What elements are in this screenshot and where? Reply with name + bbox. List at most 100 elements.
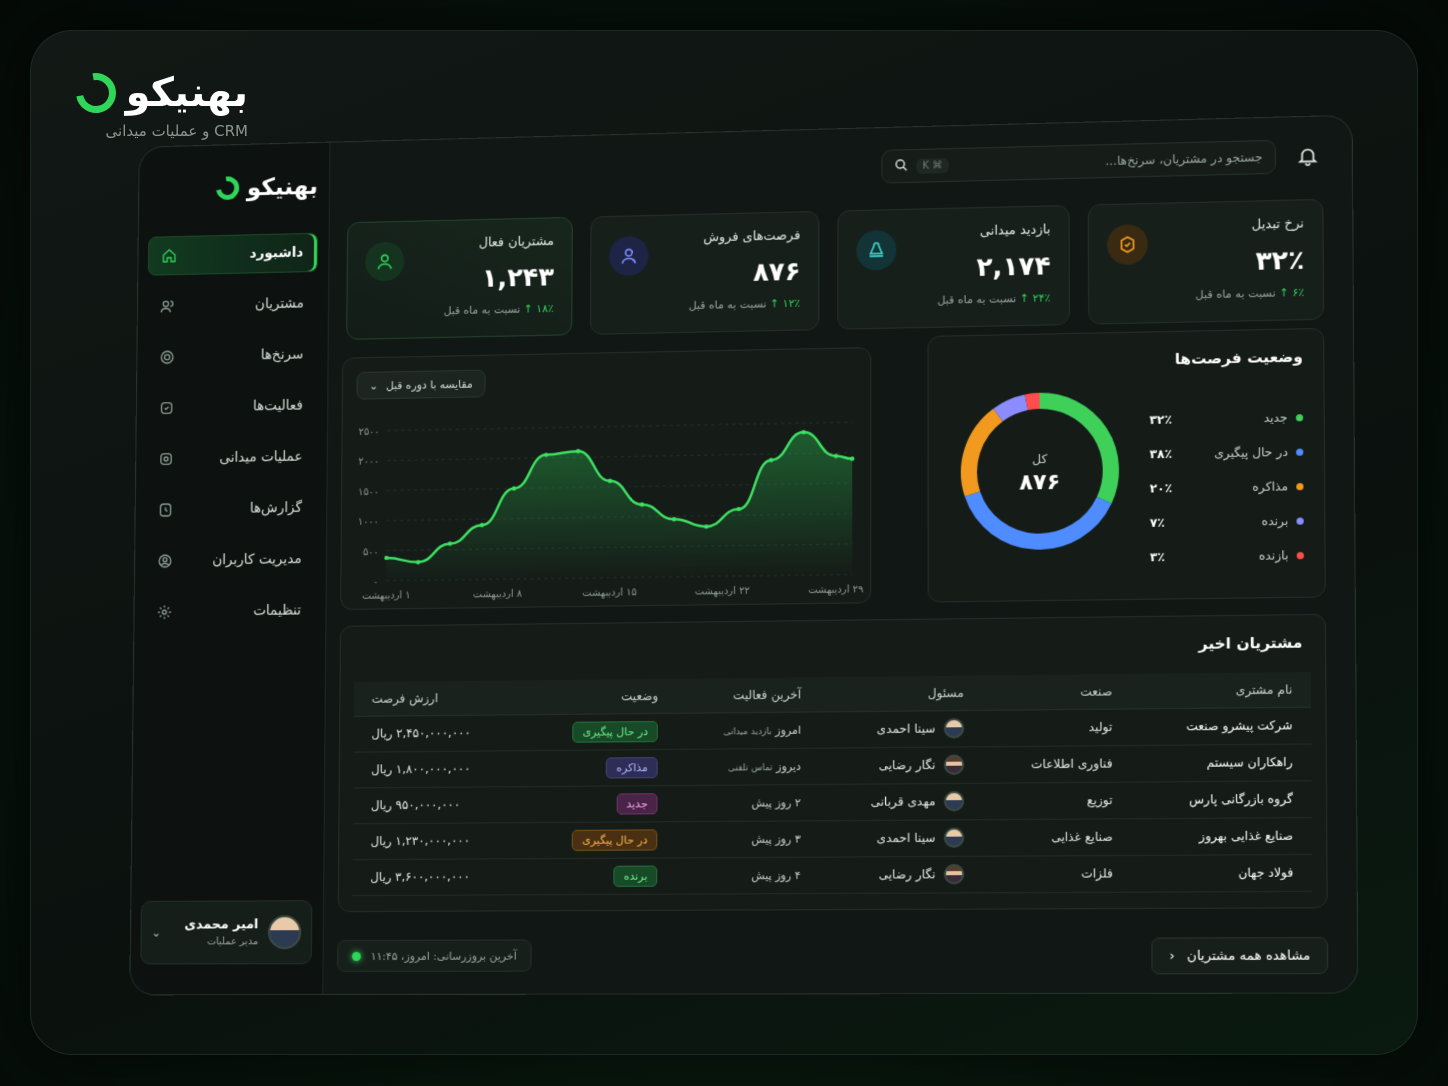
view-all-label: مشاهده همه مشتریان <box>1186 947 1311 964</box>
status-badge: در حال پیگیری <box>572 720 658 743</box>
owner-name: مهدی قربانی <box>870 794 936 809</box>
table-row[interactable]: صنایع غذایی بهروز صنایع غذایی سینا احمدی ۳ … <box>352 817 1312 860</box>
sidebar-item-leads[interactable]: سرنخ‌ها <box>147 335 317 378</box>
sidebar-item-dashboard[interactable]: داشبورد <box>147 232 318 276</box>
sidebar-brand-name: بهنیکو <box>246 172 318 202</box>
last-activity-cell: ۴ روز پیش <box>675 856 819 894</box>
target-icon <box>158 348 176 366</box>
logo-icon <box>67 65 124 121</box>
table-title: مشتریان اخیر <box>1198 633 1303 653</box>
bell-icon[interactable] <box>1296 145 1319 168</box>
owner-cell: نگار رضایی <box>819 746 983 784</box>
avatar <box>943 827 964 848</box>
column-header[interactable]: صنعت <box>981 673 1131 710</box>
donut-segment[interactable] <box>998 402 1026 415</box>
recent-customers-card: مشتریان اخیر نام مشتری صنعت مسئول آخرین … <box>337 613 1328 913</box>
owner-cell: سینا احمدی <box>819 709 983 748</box>
x-tick-label: ۸ اردیبهشت <box>473 589 522 601</box>
opportunity-status-card: وضعیت فرصت‌ها جدید ۳۲٪ در حال پیگیری ۳۸٪ مذا… <box>927 327 1326 603</box>
sidebar: بهنیکو داشبورد مشتریان سرنخ‌ها فعالیت‌ها… <box>130 142 331 995</box>
topbar: جستجو در مشتریان، سرنخ‌ها... ⌘ K <box>881 139 1319 184</box>
avatar <box>943 718 964 739</box>
sidebar-nav: داشبورد مشتریان سرنخ‌ها فعالیت‌ها عملیات… <box>144 232 318 644</box>
app-window: بهنیکو داشبورد مشتریان سرنخ‌ها فعالیت‌ها… <box>129 114 1359 996</box>
activity-when: امروز <box>775 723 801 737</box>
activity-when: ۲ روز پیش <box>751 795 801 810</box>
activity-when: ۳ روز پیش <box>751 831 801 846</box>
industry-cell: فناوری اطلاعات <box>982 745 1131 783</box>
sidebar-item-settings[interactable]: تنظیمات <box>144 591 315 633</box>
brand-header: بهنیکو CRM و عملیات میدانی <box>67 65 248 140</box>
sidebar-item-customers[interactable]: مشتریان <box>147 284 317 327</box>
table-row[interactable]: گروه بازرگانی پارس توزیع مهدی قربانی ۲ روز … <box>353 780 1312 824</box>
last-update-status: آخرین بروزرسانی: امروز، ۱۱:۴۵ <box>337 939 532 973</box>
table-row[interactable]: فولاد جهان فلزات نگار رضایی ۴ روز پیش برنده… <box>352 853 1313 896</box>
column-header[interactable]: مسئول <box>819 675 982 712</box>
status-badge: جدید <box>616 792 658 815</box>
activity-icon <box>158 399 176 417</box>
sidebar-item-label: مشتریان <box>254 295 304 313</box>
sidebar-item-label: عملیات میدانی <box>219 448 303 466</box>
owner-cell: سینا احمدی <box>818 819 983 857</box>
customer-name[interactable]: صنایع غذایی بهروز <box>1131 817 1312 855</box>
grid-line <box>387 422 852 430</box>
activity-note: بازدید میدانی <box>723 726 772 737</box>
legend-name: بازنده <box>1258 548 1289 563</box>
industry-cell: فلزات <box>982 854 1132 893</box>
opportunity-value-cell: ۱,۲۳۰,۰۰۰,۰۰۰ ریال <box>352 822 524 860</box>
customer-name[interactable]: راهکاران سیستم <box>1130 743 1312 782</box>
sidebar-brand: بهنیکو <box>211 171 318 205</box>
sidebar-item-field-operations[interactable]: عملیات میدانی <box>146 437 317 479</box>
stat-change-text: نسبت به ماه قبل <box>688 297 767 313</box>
status-badge: برنده <box>613 865 658 887</box>
legend-value: ۲۰٪ <box>1149 481 1173 496</box>
column-header[interactable]: ارزش فرصت <box>353 680 524 716</box>
report-icon <box>157 501 175 519</box>
column-header[interactable]: آخرین فعالیت <box>675 677 820 713</box>
search-input[interactable]: جستجو در مشتریان، سرنخ‌ها... ⌘ K <box>881 139 1277 184</box>
status-cell: مذاکره <box>523 748 676 787</box>
donut-segment[interactable] <box>972 492 1104 543</box>
opportunity-value-cell: ۲,۴۵۰,۰۰۰,۰۰۰ ریال <box>353 714 524 752</box>
stat-change-text: نسبت به ماه قبل <box>1195 286 1276 302</box>
column-header[interactable]: نام مشتری <box>1130 672 1311 709</box>
customer-name[interactable]: فولاد جهان <box>1131 853 1313 892</box>
user-name: امیر محمدی <box>184 917 259 933</box>
sidebar-item-user-management[interactable]: مدیریت کاربران <box>145 539 316 581</box>
view-all-customers-button[interactable]: مشاهده همه مشتریان ‹ <box>1151 937 1329 975</box>
legend-name: برنده <box>1261 513 1289 529</box>
legend-name: جدید <box>1263 410 1288 425</box>
donut-segment[interactable] <box>1026 401 1039 402</box>
opportunity-value-cell: ۹۵۰,۰۰۰,۰۰۰ ریال <box>353 786 524 824</box>
legend-dot <box>1296 448 1304 456</box>
status-cell: برنده <box>522 857 676 895</box>
stat-change-value: ۱۲٪ <box>782 296 801 311</box>
search-shortcut: ⌘ K <box>916 157 949 174</box>
status-cell: در حال پیگیری <box>523 712 676 751</box>
user-profile-card[interactable]: امیر محمدی مدیر عملیات ⌄ <box>140 900 313 965</box>
owner-cell: نگار رضایی <box>818 855 983 894</box>
activity-when: ۴ روز پیش <box>751 868 801 882</box>
search-placeholder: جستجو در مشتریان، سرنخ‌ها... <box>1105 150 1263 169</box>
y-tick-label: ۵۰۰ <box>363 547 379 558</box>
customer-name[interactable]: شرکت پیشرو صنعت <box>1130 706 1312 746</box>
stat-change: ۱۲٪ ↑ نسبت به ماه قبل <box>688 296 801 313</box>
legend-item: در حال پیگیری ۳۸٪ <box>1150 434 1304 471</box>
owner-name: نگار رضایی <box>878 757 936 773</box>
legend-value: ۷٪ <box>1149 515 1165 530</box>
field-icon <box>157 450 175 468</box>
donut-center-label: کل <box>1032 452 1047 467</box>
opportunity-value-cell: ۳,۶۰۰,۰۰۰,۰۰۰ ریال <box>352 858 523 896</box>
customer-name[interactable]: گروه بازرگانی پارس <box>1130 780 1312 819</box>
legend-item: برنده ۷٪ <box>1150 503 1304 540</box>
donut-segment[interactable] <box>969 415 998 494</box>
legend-label: بازنده <box>1259 548 1304 563</box>
data-point[interactable] <box>849 456 855 461</box>
sidebar-item-label: گزارش‌ها <box>249 499 303 517</box>
gear-icon <box>156 603 174 621</box>
column-header[interactable]: وضعیت <box>523 678 677 715</box>
legend-item: مذاکره ۲۰٪ <box>1150 469 1304 506</box>
sidebar-item-reports[interactable]: گزارش‌ها <box>145 488 316 530</box>
sidebar-item-activities[interactable]: فعالیت‌ها <box>146 386 316 428</box>
sidebar-item-label: مدیریت کاربران <box>212 551 302 569</box>
